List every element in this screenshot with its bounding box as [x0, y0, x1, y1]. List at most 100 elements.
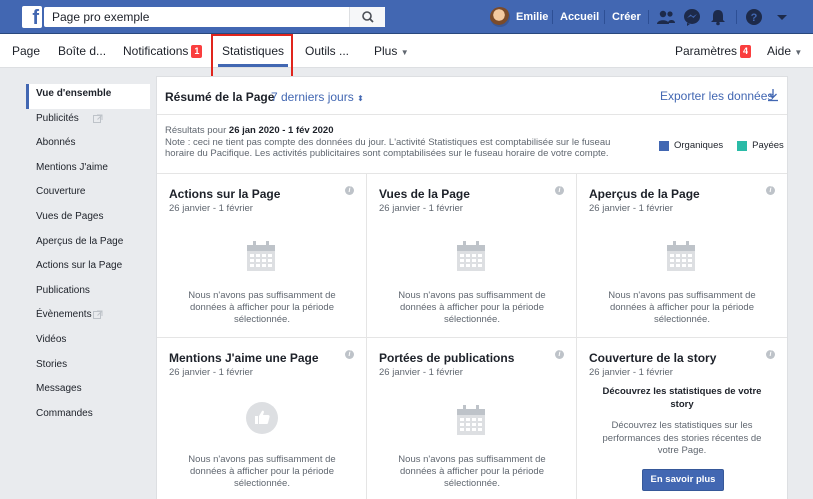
card-date: 26 janvier - 1 février	[589, 203, 673, 214]
empty-state-message: Nous n'avons pas suffisamment de données…	[398, 454, 546, 489]
avatar	[490, 7, 510, 27]
divider	[648, 10, 649, 24]
card-page-previews: Aperçus de la Page 26 janvier - 1 févrie…	[577, 174, 787, 338]
card-title: Vues de la Page	[379, 187, 470, 201]
like-icon	[246, 402, 278, 434]
calendar-icon	[667, 241, 695, 271]
card-post-reach: Portées de publications 26 janvier - 1 f…	[367, 338, 577, 499]
sidebar-item-ads[interactable]: Publicités	[26, 109, 150, 134]
sidebar-item-posts[interactable]: Publications	[26, 281, 150, 306]
facebook-logo[interactable]: f	[22, 6, 42, 28]
highlight-box	[211, 34, 293, 79]
results-note: Résultats pour 26 jan 2020 - 1 fév 2020 …	[165, 125, 635, 160]
sidebar-item-orders[interactable]: Commandes	[26, 404, 150, 429]
search-box[interactable]	[44, 7, 385, 27]
sidebar-item-page-views[interactable]: Vues de Pages	[26, 207, 150, 232]
card-title: Portées de publications	[379, 351, 515, 365]
summary-title: Résumé de la Page	[165, 90, 275, 104]
info-icon[interactable]: i	[555, 186, 564, 195]
tab-help[interactable]: Aide ▼	[767, 44, 802, 58]
sidebar-item-label: Évènements	[36, 309, 92, 321]
info-icon[interactable]: i	[766, 186, 775, 195]
page-tabs-bar: Page Boîte d... Notifications 1 Statistiq…	[0, 34, 813, 68]
create-link[interactable]: Créer	[612, 11, 641, 23]
sidebar-item-likes[interactable]: Mentions J'aime	[26, 158, 150, 183]
sort-icon: ⬍	[357, 94, 364, 103]
page-summary-panel: Résumé de la Page 7 derniers jours ⬍ Exp…	[156, 76, 788, 499]
card-page-views: Vues de la Page 26 janvier - 1 février i…	[367, 174, 577, 338]
sidebar-item-label: Publicités	[36, 112, 79, 124]
story-headline: Découvrez les statistiques de votre stor…	[602, 386, 762, 410]
export-data-link[interactable]: Exporter les données	[660, 89, 773, 103]
search-input[interactable]	[44, 7, 344, 27]
summary-header: Résumé de la Page 7 derniers jours ⬍ Exp…	[157, 77, 787, 115]
results-line: Résultats pour 26 jan 2020 - 1 fév 2020	[165, 125, 635, 137]
external-link-icon	[93, 310, 103, 320]
card-title: Mentions J'aime une Page	[169, 351, 319, 365]
sidebar-item-events[interactable]: Évènements	[26, 305, 150, 330]
top-navigation-bar: f Emilie Accueil Créer ?	[0, 0, 813, 34]
info-icon[interactable]: i	[345, 350, 354, 359]
info-icon[interactable]: i	[766, 350, 775, 359]
home-link[interactable]: Accueil	[560, 11, 599, 23]
tab-settings[interactable]: Paramètres 4	[675, 44, 752, 58]
tab-page[interactable]: Page	[12, 44, 40, 58]
tab-inbox[interactable]: Boîte d...	[58, 44, 106, 58]
tab-help-label: Aide	[767, 44, 792, 58]
search-button[interactable]	[349, 7, 385, 27]
metrics-grid: Actions sur la Page 26 janvier - 1 févri…	[157, 173, 787, 499]
results-prefix: Résultats pour	[165, 125, 229, 136]
sidebar-item-followers[interactable]: Abonnés	[26, 133, 150, 158]
sidebar-item-reach[interactable]: Couverture	[26, 182, 150, 207]
calendar-icon	[457, 405, 485, 435]
sidebar-item-overview[interactable]: Vue d'ensemble	[26, 84, 150, 109]
tab-settings-label: Paramètres	[675, 44, 738, 58]
timezone-note: Note : ceci ne tient pas compte des donn…	[165, 136, 611, 160]
card-date: 26 janvier - 1 février	[589, 367, 673, 378]
info-icon[interactable]: i	[555, 350, 564, 359]
card-date: 26 janvier - 1 février	[169, 367, 253, 378]
tab-tools[interactable]: Outils ...	[305, 44, 349, 58]
sidebar-item-videos[interactable]: Vidéos	[26, 330, 150, 355]
results-dates: 26 jan 2020 - 1 fév 2020	[228, 125, 334, 136]
tab-more[interactable]: Plus ▼	[374, 44, 409, 58]
date-range-dropdown[interactable]: 7 derniers jours ⬍	[271, 90, 364, 104]
divider	[604, 10, 605, 24]
tab-notifications[interactable]: Notifications 1	[123, 44, 203, 58]
profile-link[interactable]: Emilie	[490, 7, 548, 27]
calendar-icon	[457, 241, 485, 271]
help-icon[interactable]: ?	[744, 8, 764, 26]
messenger-icon[interactable]	[682, 8, 702, 26]
insights-sidebar: Vue d'ensemble Publicités Abonnés Mentio…	[26, 84, 150, 428]
calendar-icon	[247, 241, 275, 271]
sidebar-item-page-previews[interactable]: Aperçus de la Page	[26, 232, 150, 257]
sidebar-item-stories[interactable]: Stories	[26, 355, 150, 380]
date-range-label: 7 derniers jours	[271, 90, 354, 104]
caret-down-icon[interactable]	[772, 8, 792, 26]
divider	[736, 10, 737, 24]
card-title: Couverture de la story	[589, 351, 717, 365]
notifications-icon[interactable]	[708, 8, 728, 26]
info-icon[interactable]: i	[345, 186, 354, 195]
external-link-icon	[93, 114, 103, 123]
settings-badge: 4	[740, 45, 752, 58]
legend-organic: Organiques	[674, 140, 724, 151]
story-description: Découvrez les statistiques sur les perfo…	[602, 420, 762, 456]
card-date: 26 janvier - 1 février	[379, 203, 463, 214]
card-title: Actions sur la Page	[169, 187, 281, 201]
tab-notifications-label: Notifications	[123, 44, 189, 58]
empty-state-message: Nous n'avons pas suffisamment de données…	[188, 290, 336, 325]
card-title: Aperçus de la Page	[589, 187, 700, 201]
search-icon	[362, 11, 374, 23]
divider	[552, 10, 553, 24]
friends-icon[interactable]	[656, 8, 676, 26]
sidebar-item-page-actions[interactable]: Actions sur la Page	[26, 256, 150, 281]
learn-more-button[interactable]: En savoir plus	[642, 469, 724, 491]
notifications-badge: 1	[191, 45, 203, 58]
download-icon[interactable]	[767, 88, 779, 102]
caret-down-icon: ▼	[794, 48, 803, 57]
sidebar-item-messages[interactable]: Messages	[26, 379, 150, 404]
caret-down-icon: ▼	[400, 48, 409, 57]
card-date: 26 janvier - 1 février	[169, 203, 253, 214]
card-page-actions: Actions sur la Page 26 janvier - 1 févri…	[157, 174, 367, 338]
